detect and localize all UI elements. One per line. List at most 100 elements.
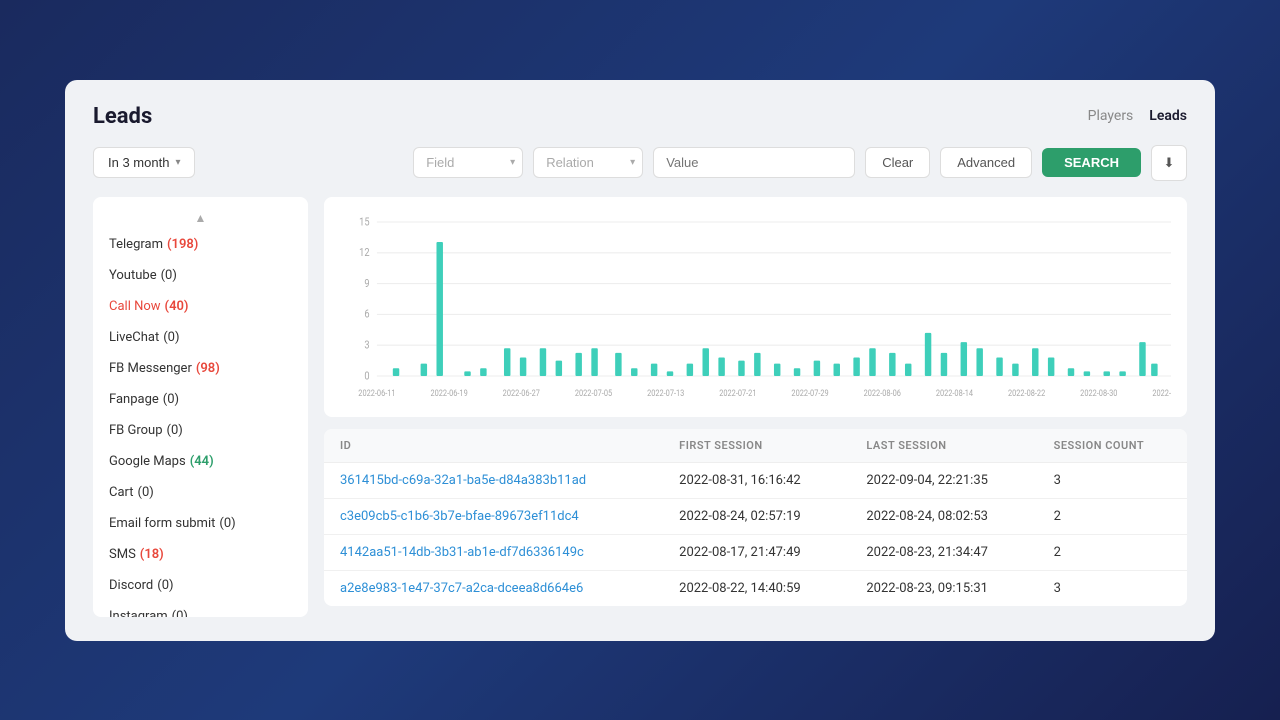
- sidebar-item[interactable]: Discord (0): [93, 570, 308, 601]
- time-filter-button[interactable]: In 3 month ▾: [93, 147, 195, 178]
- table-row: 4142aa51-14db-3b31-ab1e-df7d6336149c2022…: [324, 534, 1187, 570]
- cell-first-session: 2022-08-22, 14:40:59: [663, 570, 850, 606]
- sidebar-item-label: Telegram: [109, 237, 163, 252]
- sidebar-item[interactable]: Telegram (198): [93, 229, 308, 260]
- sidebar-collapse-button[interactable]: ▲: [93, 205, 308, 229]
- sidebar-item-label: Youtube: [109, 268, 157, 283]
- svg-text:2022-07-05: 2022-07-05: [575, 387, 613, 398]
- sidebar-item-label: Google Maps: [109, 454, 186, 469]
- svg-text:2022-07-13: 2022-07-13: [647, 387, 685, 398]
- sidebar-item-count: (98): [196, 361, 220, 376]
- col-session-count: SESSION COUNT: [1038, 429, 1187, 463]
- sidebar-item[interactable]: Google Maps (44): [93, 446, 308, 477]
- sidebar-item-count: (0): [167, 423, 183, 438]
- cell-session-count: 2: [1038, 534, 1187, 570]
- nav-players[interactable]: Players: [1088, 108, 1134, 124]
- sidebar-item-count: (0): [172, 609, 188, 617]
- svg-text:15: 15: [359, 216, 370, 228]
- search-button[interactable]: SEARCH: [1042, 148, 1141, 177]
- cell-id[interactable]: a2e8e983-1e47-37c7-a2ca-dceea8d664e6: [324, 570, 663, 606]
- svg-text:2022-08-06: 2022-08-06: [864, 387, 902, 398]
- time-filter-label: In 3 month: [108, 155, 169, 170]
- table-row: 361415bd-c69a-32a1-ba5e-d84a383b11ad2022…: [324, 462, 1187, 498]
- cell-session-count: 2: [1038, 498, 1187, 534]
- sidebar-item[interactable]: LiveChat (0): [93, 322, 308, 353]
- value-input[interactable]: [653, 147, 855, 178]
- sidebar-item[interactable]: Cart (0): [93, 477, 308, 508]
- cell-id[interactable]: c3e09cb5-c1b6-3b7e-bfae-89673ef11dc4: [324, 498, 663, 534]
- download-button[interactable]: ⬇: [1151, 145, 1187, 181]
- table-header-row: ID FIRST SESSION LAST SESSION SESSION CO…: [324, 429, 1187, 463]
- page-title: Leads: [93, 104, 152, 129]
- relation-select[interactable]: Relation: [533, 147, 643, 178]
- collapse-icon: ▲: [195, 211, 207, 225]
- nav-links: Players Leads: [1088, 108, 1187, 124]
- sidebar-item[interactable]: FB Group (0): [93, 415, 308, 446]
- sidebar-item[interactable]: FB Messenger (98): [93, 353, 308, 384]
- sidebar-item-label: Call Now: [109, 299, 161, 314]
- svg-text:2022-08-14: 2022-08-14: [936, 387, 974, 398]
- cell-last-session: 2022-08-24, 08:02:53: [850, 498, 1037, 534]
- svg-text:2022-09-07: 2022-09-07: [1152, 387, 1171, 398]
- sidebar-item[interactable]: Email form submit (0): [93, 508, 308, 539]
- sidebar-item-label: LiveChat: [109, 330, 159, 345]
- chevron-down-icon: ▾: [175, 157, 180, 168]
- sidebar-item-label: Fanpage: [109, 392, 159, 407]
- clear-button[interactable]: Clear: [865, 147, 930, 178]
- sidebar-item-count: (0): [163, 392, 179, 407]
- table-row: a2e8e983-1e47-37c7-a2ca-dceea8d664e62022…: [324, 570, 1187, 606]
- sidebar-item[interactable]: SMS (18): [93, 539, 308, 570]
- sidebar-item-label: Instagram: [109, 609, 168, 617]
- toolbar: In 3 month ▾ Field ▾ Relation ▾ Clear Ad…: [93, 145, 1187, 181]
- svg-text:2022-07-21: 2022-07-21: [719, 387, 756, 398]
- cell-session-count: 3: [1038, 462, 1187, 498]
- sidebar-item-label: Cart: [109, 485, 134, 500]
- sidebar-item[interactable]: Instagram (0): [93, 601, 308, 617]
- sidebar-item-count: (0): [219, 516, 235, 531]
- svg-text:2022-06-27: 2022-06-27: [503, 387, 541, 398]
- chart-svg: 0 3 6 9 12 15 2022-06-112022-06-192022-0…: [340, 211, 1171, 409]
- cell-first-session: 2022-08-17, 21:47:49: [663, 534, 850, 570]
- sidebar-item[interactable]: Youtube (0): [93, 260, 308, 291]
- col-id: ID: [324, 429, 663, 463]
- svg-text:6: 6: [364, 309, 369, 321]
- svg-text:2022-08-22: 2022-08-22: [1008, 387, 1046, 398]
- cell-last-session: 2022-08-23, 09:15:31: [850, 570, 1037, 606]
- col-first-session: FIRST SESSION: [663, 429, 850, 463]
- sidebar-item-count: (0): [163, 330, 179, 345]
- sidebar-item[interactable]: Call Now (40): [93, 291, 308, 322]
- relation-filter-wrapper: Relation ▾: [533, 147, 643, 178]
- cell-session-count: 3: [1038, 570, 1187, 606]
- download-icon: ⬇: [1164, 155, 1175, 171]
- sidebar-item-label: FB Messenger: [109, 361, 192, 376]
- svg-text:2022-08-30: 2022-08-30: [1080, 387, 1118, 398]
- sidebar-item[interactable]: Fanpage (0): [93, 384, 308, 415]
- svg-text:12: 12: [359, 247, 370, 259]
- svg-text:3: 3: [364, 339, 369, 351]
- nav-leads[interactable]: Leads: [1149, 108, 1187, 124]
- field-filter-wrapper: Field ▾: [413, 147, 523, 178]
- content-row: ▲ Telegram (198)Youtube (0)Call Now (40)…: [93, 197, 1187, 617]
- sidebar-item-count: (40): [165, 299, 189, 314]
- main-card: Leads Players Leads In 3 month ▾ Field ▾…: [65, 80, 1215, 641]
- sidebar-item-count: (0): [161, 268, 177, 283]
- cell-id[interactable]: 4142aa51-14db-3b31-ab1e-df7d6336149c: [324, 534, 663, 570]
- advanced-button[interactable]: Advanced: [940, 147, 1032, 178]
- table-container: ID FIRST SESSION LAST SESSION SESSION CO…: [324, 429, 1187, 606]
- cell-first-session: 2022-08-24, 02:57:19: [663, 498, 850, 534]
- cell-last-session: 2022-09-04, 22:21:35: [850, 462, 1037, 498]
- svg-text:0: 0: [364, 370, 369, 382]
- cell-id[interactable]: 361415bd-c69a-32a1-ba5e-d84a383b11ad: [324, 462, 663, 498]
- chart-container: 0 3 6 9 12 15 2022-06-112022-06-192022-0…: [324, 197, 1187, 417]
- sidebar: ▲ Telegram (198)Youtube (0)Call Now (40)…: [93, 197, 308, 617]
- header-row: Leads Players Leads: [93, 104, 1187, 129]
- cell-last-session: 2022-08-23, 21:34:47: [850, 534, 1037, 570]
- sidebar-item-count: (0): [138, 485, 154, 500]
- field-select[interactable]: Field: [413, 147, 523, 178]
- svg-text:2022-06-11: 2022-06-11: [358, 387, 395, 398]
- sidebar-item-count: (198): [167, 237, 198, 252]
- sidebar-item-count: (0): [157, 578, 173, 593]
- sidebar-items-list: Telegram (198)Youtube (0)Call Now (40)Li…: [93, 229, 308, 617]
- sidebar-item-label: Discord: [109, 578, 153, 593]
- cell-first-session: 2022-08-31, 16:16:42: [663, 462, 850, 498]
